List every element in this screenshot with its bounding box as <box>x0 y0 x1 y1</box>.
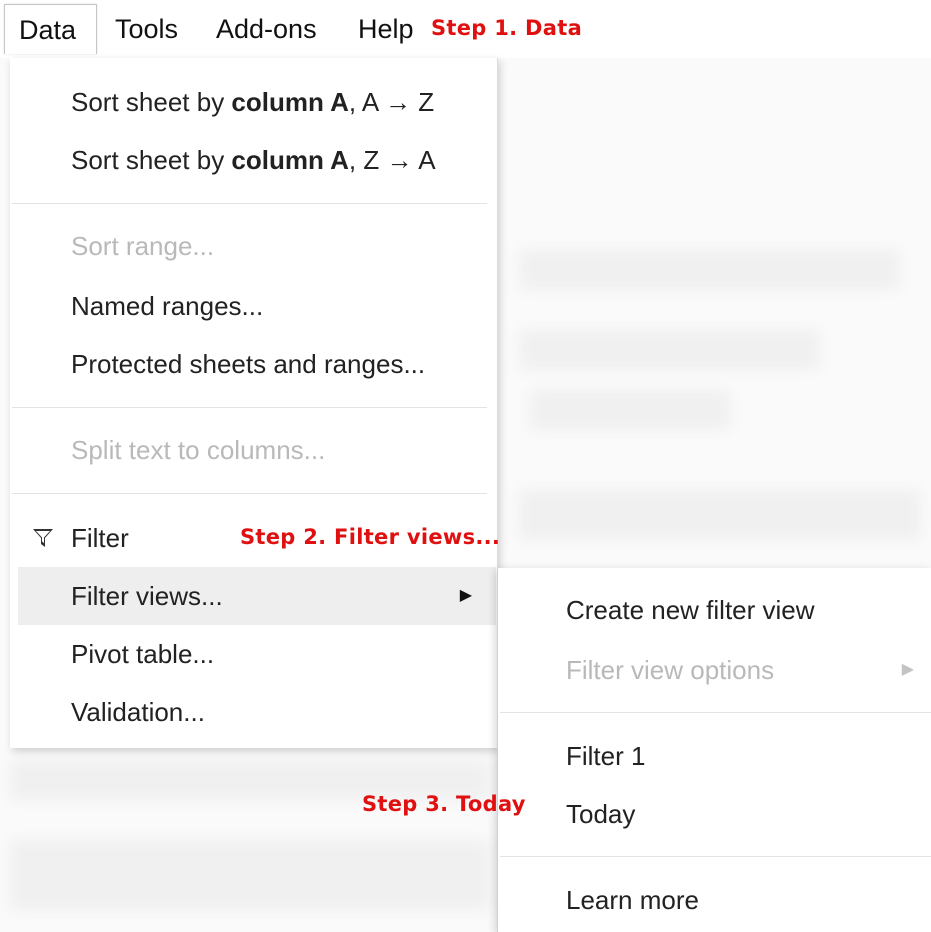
sort-za-prefix: Sort sheet by <box>71 145 232 175</box>
create-new-filter-view-item[interactable]: Create new filter view <box>498 581 931 639</box>
pivot-table-item[interactable]: Pivot table... <box>18 625 496 683</box>
filter-1-item[interactable]: Filter 1 <box>498 727 931 785</box>
submenu-separator <box>500 856 931 857</box>
data-menu: Sort sheet by column A, A → Z Sort sheet… <box>10 58 501 748</box>
filter-views-label: Filter views... <box>71 581 223 611</box>
validation-item[interactable]: Validation... <box>18 683 496 741</box>
sort-sheet-a-z[interactable]: Sort sheet by column A, A → Z <box>18 73 496 131</box>
blurred-bg-text <box>10 840 490 910</box>
menubar: Data Tools Add-ons Help Step 1. Data <box>0 0 931 58</box>
blurred-bg-text <box>520 250 900 290</box>
filter-view-options-label: Filter view options <box>566 655 775 685</box>
filter-funnel-icon <box>33 529 53 547</box>
split-text-item: Split text to columns... <box>71 435 326 465</box>
sort-sheet-z-a[interactable]: Sort sheet by column A, Z → A <box>18 131 496 189</box>
menu-separator <box>12 407 487 408</box>
blurred-bg-text <box>520 490 920 540</box>
menu-separator <box>12 493 487 494</box>
protected-sheets-item[interactable]: Protected sheets and ranges... <box>18 335 496 393</box>
named-ranges-item[interactable]: Named ranges... <box>18 277 496 335</box>
menu-add-ons[interactable]: Add-ons <box>202 4 331 54</box>
filter-label: Filter <box>71 523 129 553</box>
sort-za-suffix: , Z → A <box>348 145 436 175</box>
today-item[interactable]: Today <box>498 785 931 843</box>
sort-az-suffix: , A → Z <box>348 87 435 117</box>
filter-views-submenu: Create new filter view Filter view optio… <box>497 568 931 932</box>
sort-range-item: Sort range... <box>71 231 215 261</box>
menu-tools[interactable]: Tools <box>101 4 192 54</box>
learn-more-item[interactable]: Learn more <box>498 871 931 929</box>
step-2-annotation: Step 2. Filter views... <box>240 525 501 549</box>
menu-data[interactable]: Data <box>4 4 97 54</box>
sort-az-column: column A <box>231 87 349 117</box>
filter-views-item[interactable]: Filter views... ▶ <box>18 567 496 625</box>
submenu-arrow-icon: ▶ <box>901 661 914 678</box>
sort-za-column: column A <box>231 145 349 175</box>
filter-view-options-item: Filter view options ▶ <box>498 641 931 699</box>
submenu-arrow-icon: ▶ <box>459 587 472 604</box>
submenu-separator <box>500 712 931 713</box>
blurred-bg-text <box>530 390 730 430</box>
menu-help[interactable]: Help <box>344 4 428 54</box>
sort-az-prefix: Sort sheet by <box>71 87 232 117</box>
step-1-annotation: Step 1. Data <box>431 16 583 40</box>
menu-separator <box>12 203 487 204</box>
blurred-bg-text <box>520 330 820 370</box>
step-3-annotation: Step 3. Today <box>362 792 526 816</box>
